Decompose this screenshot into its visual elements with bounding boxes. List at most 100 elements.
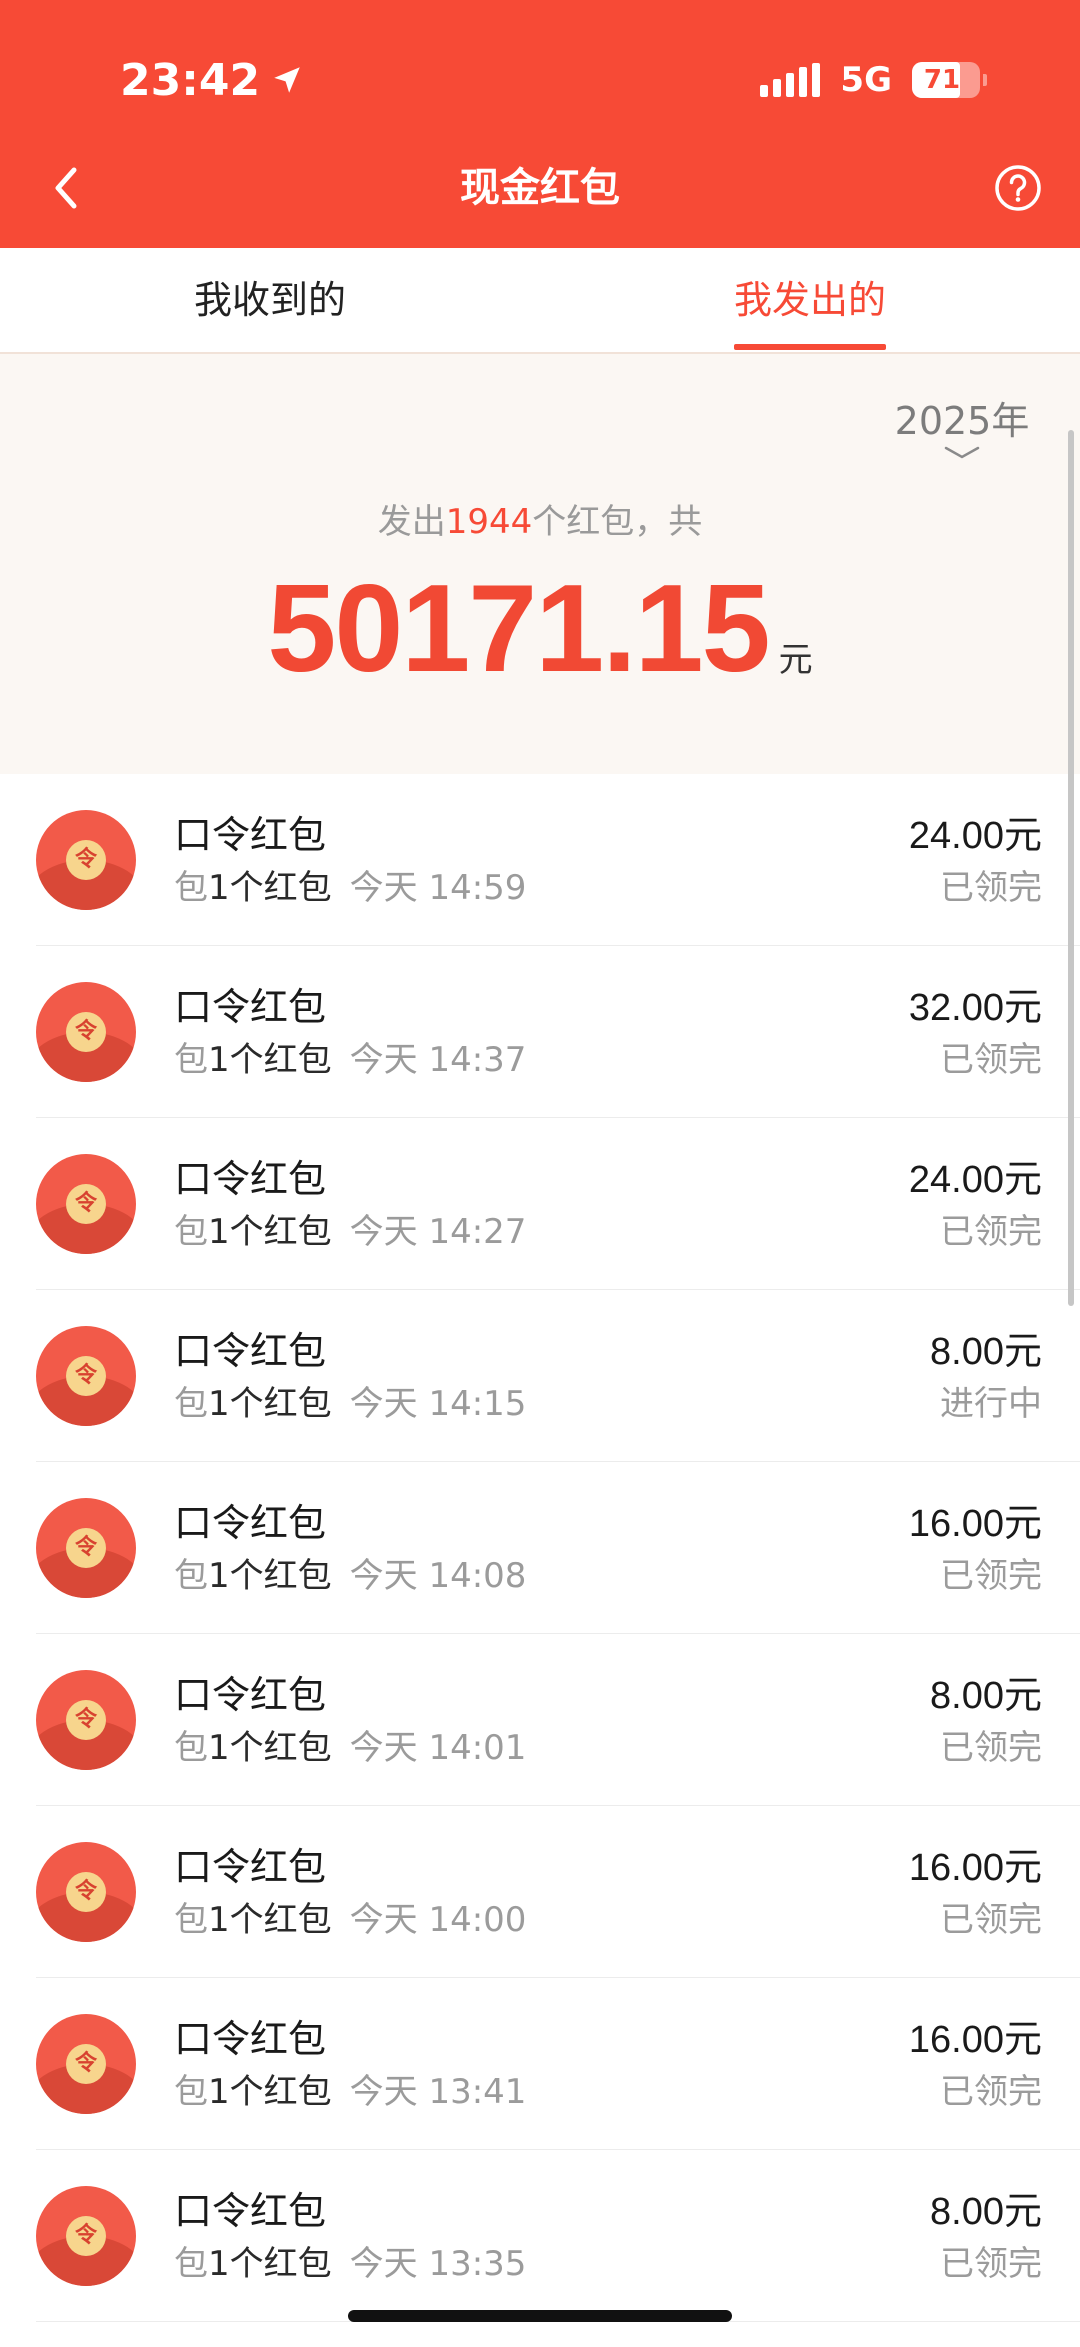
question-circle-icon: [995, 165, 1041, 211]
password-seal-icon: 令: [66, 1012, 106, 1052]
packet-amount: 8.00元: [930, 1675, 1042, 1717]
status-indicators: 5G 71: [760, 52, 987, 108]
packet-title: 口令红包: [174, 813, 327, 857]
page-title: 现金红包: [460, 165, 620, 211]
summary-suffix: 个红包，共: [532, 502, 703, 542]
packet-amount: 24.00元: [908, 815, 1042, 857]
packet-pack-label: 包: [174, 1728, 208, 1768]
chevron-down-icon: [944, 446, 980, 459]
packet-meta: 包1个红包 今天 14:15: [174, 1376, 526, 1425]
packet-time: 今天 14:37: [349, 1040, 527, 1080]
packet-meta: 包1个红包 今天 14:00: [174, 1892, 526, 1941]
home-indicator[interactable]: [348, 2310, 732, 2322]
password-seal-icon: 令: [66, 2216, 106, 2256]
packet-amount: 16.00元: [908, 1847, 1042, 1889]
year-label: 2025年: [894, 399, 1030, 443]
packet-pack-label: 包: [174, 1556, 208, 1596]
packet-time: 今天 14:27: [349, 1212, 527, 1252]
summary-text: 发出1944个红包，共: [0, 494, 1080, 543]
year-selector[interactable]: 2025年: [892, 390, 1032, 461]
list-item[interactable]: 令 口令红包 包1个红包 今天 14:15 8.00元进行中: [36, 1290, 1080, 1462]
tab-bar: 我收到的 我发出的: [0, 248, 1080, 354]
password-seal-icon: 令: [66, 1528, 106, 1568]
packet-title: 口令红包: [174, 1329, 327, 1373]
packet-status: 已领完: [940, 1556, 1042, 1596]
packet-pack-label: 包: [174, 2072, 208, 2112]
summary-panel: 2025年 发出1944个红包，共 50171.15 元: [0, 354, 1080, 774]
packet-meta: 包1个红包 今天 14:01: [174, 1720, 526, 1769]
packet-quantity: 1个红包: [208, 1384, 332, 1424]
password-seal-icon: 令: [66, 840, 106, 880]
packet-time: 今天 14:00: [349, 1900, 527, 1940]
packet-amount: 32.00元: [908, 987, 1042, 1029]
packet-status: 已领完: [940, 2072, 1042, 2112]
packet-meta: 包1个红包 今天 13:41: [174, 2064, 526, 2113]
red-packet-icon: 令: [36, 810, 136, 910]
list-item[interactable]: 令 口令红包 包1个红包 今天 13:35 8.00元 已领完: [36, 2150, 1080, 2322]
total-amount: 50171.15 元: [0, 558, 1080, 700]
red-packet-icon: 令: [36, 1154, 136, 1254]
list-item[interactable]: 令 口令红包 包1个红包 今天 14:08 16.00元 已领完: [36, 1462, 1080, 1634]
password-seal-icon: 令: [66, 1700, 106, 1740]
battery-icon: 71: [912, 62, 987, 98]
network-type: 5G: [840, 60, 892, 100]
packet-time: 今天 14:08: [349, 1556, 527, 1596]
packet-quantity: 1个红包: [208, 1728, 332, 1768]
help-button[interactable]: [994, 164, 1042, 212]
packet-status: 进行中: [940, 1384, 1042, 1424]
list-item[interactable]: 令 口令红包 包1个红包 今天 14:00 16.00元已领完: [36, 1806, 1080, 1978]
summary-prefix: 发出: [377, 502, 446, 542]
packet-status: 已领完: [940, 1728, 1042, 1768]
status-time: 23:42: [120, 54, 261, 106]
packet-title: 口令红包: [174, 1845, 327, 1889]
list-item[interactable]: 令 口令红包 包1个红包 今天 14:37 32.00元 已领完: [36, 946, 1080, 1118]
packet-quantity: 1个红包: [208, 1900, 332, 1940]
list-item[interactable]: 令 口令红包 包1个红包 今天 13:41 16.00元 已领完: [36, 1978, 1080, 2150]
red-packet-icon: 令: [36, 1842, 136, 1942]
packet-meta: 包1个红包 今天 13:35: [174, 2236, 526, 2285]
packet-meta: 包1个红包 今天 14:59: [174, 860, 526, 909]
red-packet-icon: 令: [36, 1326, 136, 1426]
tab-received[interactable]: 我收到的: [170, 248, 370, 352]
status-time-group: 23:42: [120, 50, 304, 110]
location-arrow-icon: [274, 67, 300, 93]
packet-amount: 8.00元: [930, 2191, 1042, 2233]
red-packet-icon: 令: [36, 2014, 136, 2114]
packet-quantity: 1个红包: [208, 1212, 332, 1252]
packet-quantity: 1个红包: [208, 868, 332, 908]
red-packet-icon: 令: [36, 982, 136, 1082]
packet-quantity: 1个红包: [208, 2072, 332, 2112]
password-seal-icon: 令: [66, 1356, 106, 1396]
total-amount-value: 50171.15: [267, 560, 770, 698]
packet-title: 口令红包: [174, 1673, 327, 1717]
packet-status: 已领完: [940, 1040, 1042, 1080]
packet-amount: 8.00元: [930, 1331, 1042, 1373]
packet-meta: 包1个红包 今天 14:27: [174, 1204, 526, 1253]
password-seal-icon: 令: [66, 1872, 106, 1912]
packet-pack-label: 包: [174, 1040, 208, 1080]
password-seal-icon: 令: [66, 2044, 106, 2084]
red-packet-icon: 令: [36, 1498, 136, 1598]
list-item[interactable]: 令 口令红包 包1个红包 今天 14:27 24.00元 已领完: [36, 1118, 1080, 1290]
battery-level: 71: [923, 65, 961, 95]
top-bar: 23:42 5G 71 现金红包: [0, 0, 1080, 248]
packet-time: 今天 14:01: [349, 1728, 527, 1768]
packet-count: 1944: [445, 502, 533, 542]
red-packet-icon: 令: [36, 1670, 136, 1770]
packet-pack-label: 包: [174, 1212, 208, 1252]
packet-title: 口令红包: [174, 985, 327, 1029]
packet-amount: 24.00元: [908, 1159, 1042, 1201]
packet-title: 口令红包: [174, 1501, 327, 1545]
packet-meta: 包1个红包 今天 14:08: [174, 1548, 526, 1597]
tab-sent[interactable]: 我发出的: [710, 248, 910, 352]
list-item[interactable]: 令 口令红包 包1个红包 今天 14:59 24.00元已领完: [36, 774, 1080, 946]
packet-title: 口令红包: [174, 2017, 327, 2061]
scrollbar[interactable]: [1068, 430, 1074, 1306]
list-item[interactable]: 令 口令红包 包1个红包 今天 14:01 8.00元 已领完: [36, 1634, 1080, 1806]
packet-status: 已领完: [940, 868, 1042, 908]
packet-status: 已领完: [940, 1900, 1042, 1940]
signal-icon: [760, 63, 821, 97]
packet-title: 口令红包: [174, 2189, 327, 2233]
packet-status: 已领完: [940, 1212, 1042, 1252]
packet-pack-label: 包: [174, 2244, 208, 2284]
